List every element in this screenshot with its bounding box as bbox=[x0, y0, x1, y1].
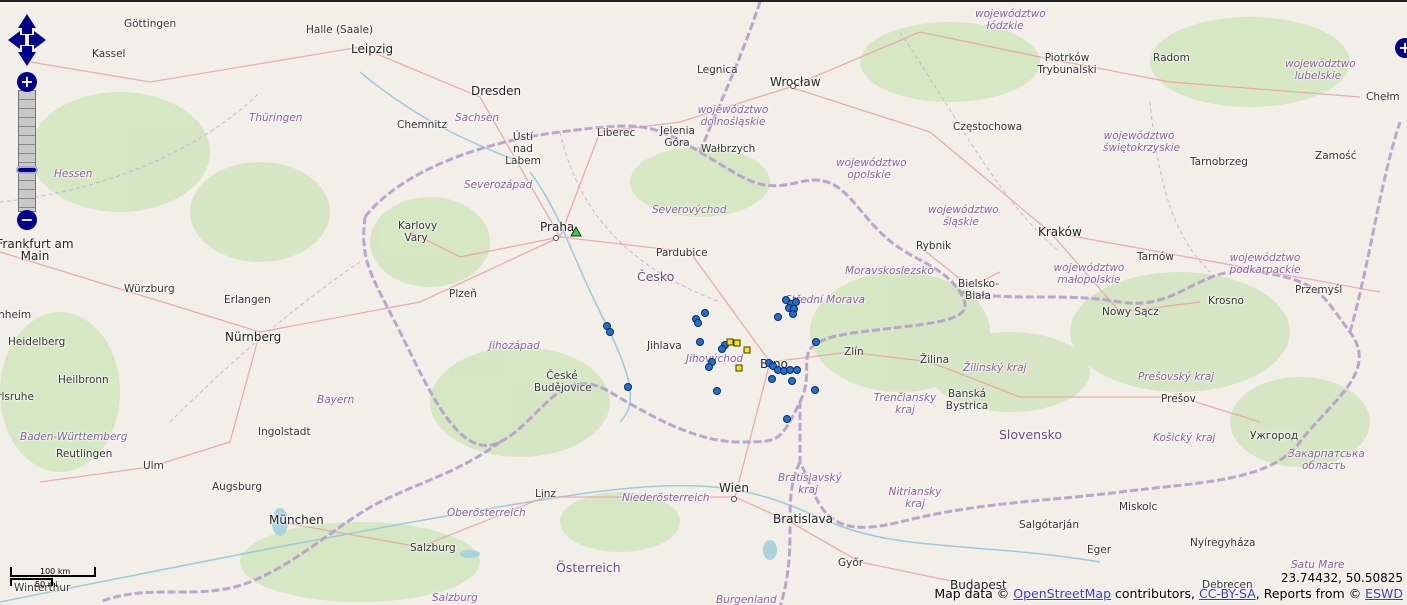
report-marker-blue[interactable] bbox=[701, 309, 709, 317]
marker-group-green bbox=[570, 225, 582, 237]
report-marker-blue[interactable] bbox=[783, 415, 791, 423]
report-marker-blue[interactable] bbox=[606, 328, 614, 336]
minus-icon: − bbox=[20, 210, 34, 229]
report-marker-yellow[interactable] bbox=[743, 346, 751, 354]
zoom-slider-handle[interactable] bbox=[16, 166, 38, 174]
pan-down-button[interactable] bbox=[18, 46, 36, 66]
zoom-in-button[interactable]: + bbox=[17, 72, 37, 92]
marker-group-yellow bbox=[726, 338, 751, 372]
report-marker-blue[interactable] bbox=[789, 310, 797, 318]
report-marker-blue[interactable] bbox=[786, 366, 794, 374]
eswd-link[interactable]: ESWD bbox=[1365, 586, 1403, 601]
scale-label-mi: 50 mi bbox=[35, 580, 58, 589]
report-marker-blue[interactable] bbox=[774, 313, 782, 321]
report-marker-blue[interactable] bbox=[713, 387, 721, 395]
report-marker-yellow[interactable] bbox=[726, 338, 734, 346]
report-marker-blue[interactable] bbox=[768, 375, 776, 383]
map-viewport[interactable]: Göttingen Halle (Saale) Kassel Leipzig L… bbox=[0, 0, 1407, 605]
report-marker-blue[interactable] bbox=[705, 363, 713, 371]
attribution: Map data © OpenStreetMap contributors, C… bbox=[934, 586, 1403, 601]
pan-up-button[interactable] bbox=[18, 14, 36, 34]
marker-group-blue bbox=[603, 296, 820, 423]
report-marker-blue[interactable] bbox=[718, 345, 726, 353]
license-link[interactable]: CC-BY-SA bbox=[1199, 586, 1256, 601]
attribution-reports: , Reports from © bbox=[1255, 586, 1366, 601]
report-marker-blue[interactable] bbox=[793, 366, 801, 374]
report-marker-blue[interactable] bbox=[624, 383, 632, 391]
report-marker-blue[interactable] bbox=[696, 338, 704, 346]
plus-icon: + bbox=[1398, 38, 1407, 57]
zoom-bar: + − bbox=[16, 72, 38, 230]
zoom-out-button[interactable]: − bbox=[17, 210, 37, 230]
pan-arrows-icon[interactable] bbox=[8, 14, 46, 66]
report-marker-blue[interactable] bbox=[788, 377, 796, 385]
report-marker-yellow[interactable] bbox=[735, 364, 743, 372]
scale-line: 100 km 50 mi bbox=[10, 567, 100, 593]
report-marker-blue[interactable] bbox=[812, 338, 820, 346]
report-marker-yellow[interactable] bbox=[733, 339, 741, 347]
report-marker-blue[interactable] bbox=[792, 298, 800, 306]
report-markers bbox=[570, 225, 820, 423]
scale-label-km: 100 km bbox=[40, 567, 71, 576]
attribution-prefix: Map data © bbox=[934, 586, 1010, 601]
report-marker-blue[interactable] bbox=[694, 319, 702, 327]
attribution-mid: contributors, bbox=[1111, 586, 1199, 601]
mouse-position: 23.74432, 50.50825 bbox=[1280, 571, 1403, 585]
report-marker-blue[interactable] bbox=[811, 386, 819, 394]
zoom-slider-track[interactable] bbox=[18, 90, 36, 212]
report-marker-green[interactable] bbox=[570, 225, 582, 237]
plus-icon: + bbox=[20, 72, 34, 91]
osm-link[interactable]: OpenStreetMap bbox=[1013, 586, 1111, 601]
